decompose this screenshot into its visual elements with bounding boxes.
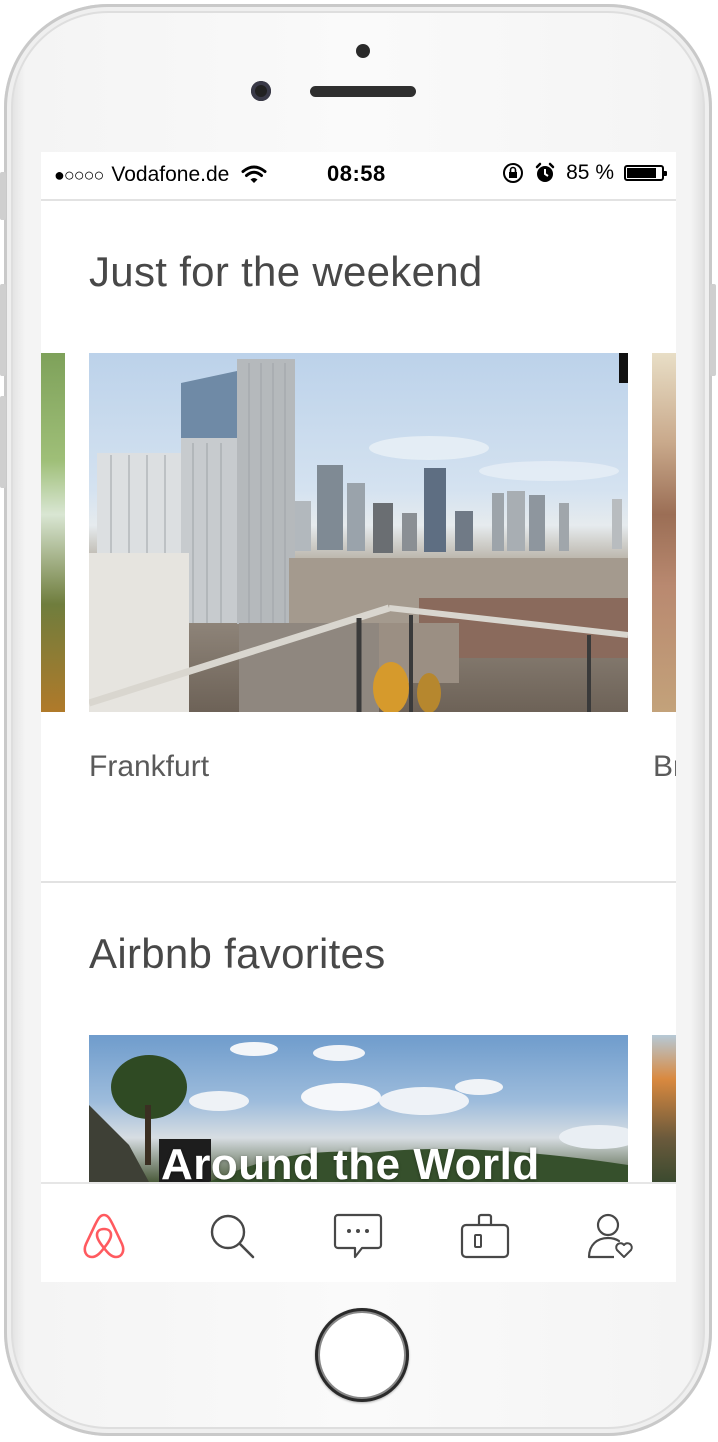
tab-trips[interactable] [457, 1208, 513, 1264]
signal-strength: ●○○○○ [54, 164, 104, 185]
status-bar: ●○○○○ Vodafone.de 08:58 85 % [41, 152, 676, 198]
tab-messages[interactable] [330, 1208, 386, 1264]
search-icon [210, 1214, 255, 1259]
earpiece-speaker [310, 86, 416, 97]
listing-image-next[interactable] [652, 353, 676, 712]
front-camera [251, 81, 271, 101]
volume-down-button [0, 396, 6, 488]
listing-label-frankfurt[interactable]: Frankfurt [89, 750, 209, 784]
rotation-lock-icon [502, 162, 524, 184]
app-screen: ●○○○○ Vodafone.de 08:58 85 % Just for th… [41, 152, 676, 1282]
listing-image-frankfurt[interactable] [89, 353, 628, 712]
tab-explore[interactable] [76, 1208, 132, 1264]
tab-bar [41, 1182, 676, 1282]
alarm-icon [534, 162, 556, 184]
home-button[interactable] [315, 1308, 409, 1402]
power-button [710, 284, 716, 376]
favorites-card-title: Around the World [161, 1140, 540, 1182]
status-divider [41, 199, 676, 201]
airbnb-logo-icon [83, 1213, 125, 1259]
listing-label-next[interactable]: Br [653, 750, 676, 784]
section-divider [41, 881, 676, 883]
tab-search[interactable] [204, 1208, 260, 1264]
listing-image-previous[interactable] [41, 353, 65, 712]
frankfurt-skyline-photo [89, 353, 628, 712]
section-title-favorites: Airbnb favorites [89, 930, 386, 977]
tab-profile[interactable] [584, 1208, 640, 1264]
favorites-card-around-the-world[interactable]: Around the World [89, 1035, 628, 1182]
profile-icon [587, 1213, 633, 1259]
wifi-icon [241, 165, 267, 185]
carrier-name: Vodafone.de [111, 163, 230, 186]
proximity-sensor [356, 44, 370, 58]
trips-icon [460, 1213, 510, 1259]
favorites-card-next[interactable] [652, 1035, 676, 1182]
battery-icon [624, 165, 667, 181]
messages-icon [333, 1213, 383, 1259]
battery-percent: 85 % [566, 161, 614, 184]
clock: 08:58 [327, 161, 386, 186]
section-title-weekend: Just for the weekend [89, 248, 483, 295]
mute-switch [0, 172, 6, 220]
volume-up-button [0, 284, 6, 376]
